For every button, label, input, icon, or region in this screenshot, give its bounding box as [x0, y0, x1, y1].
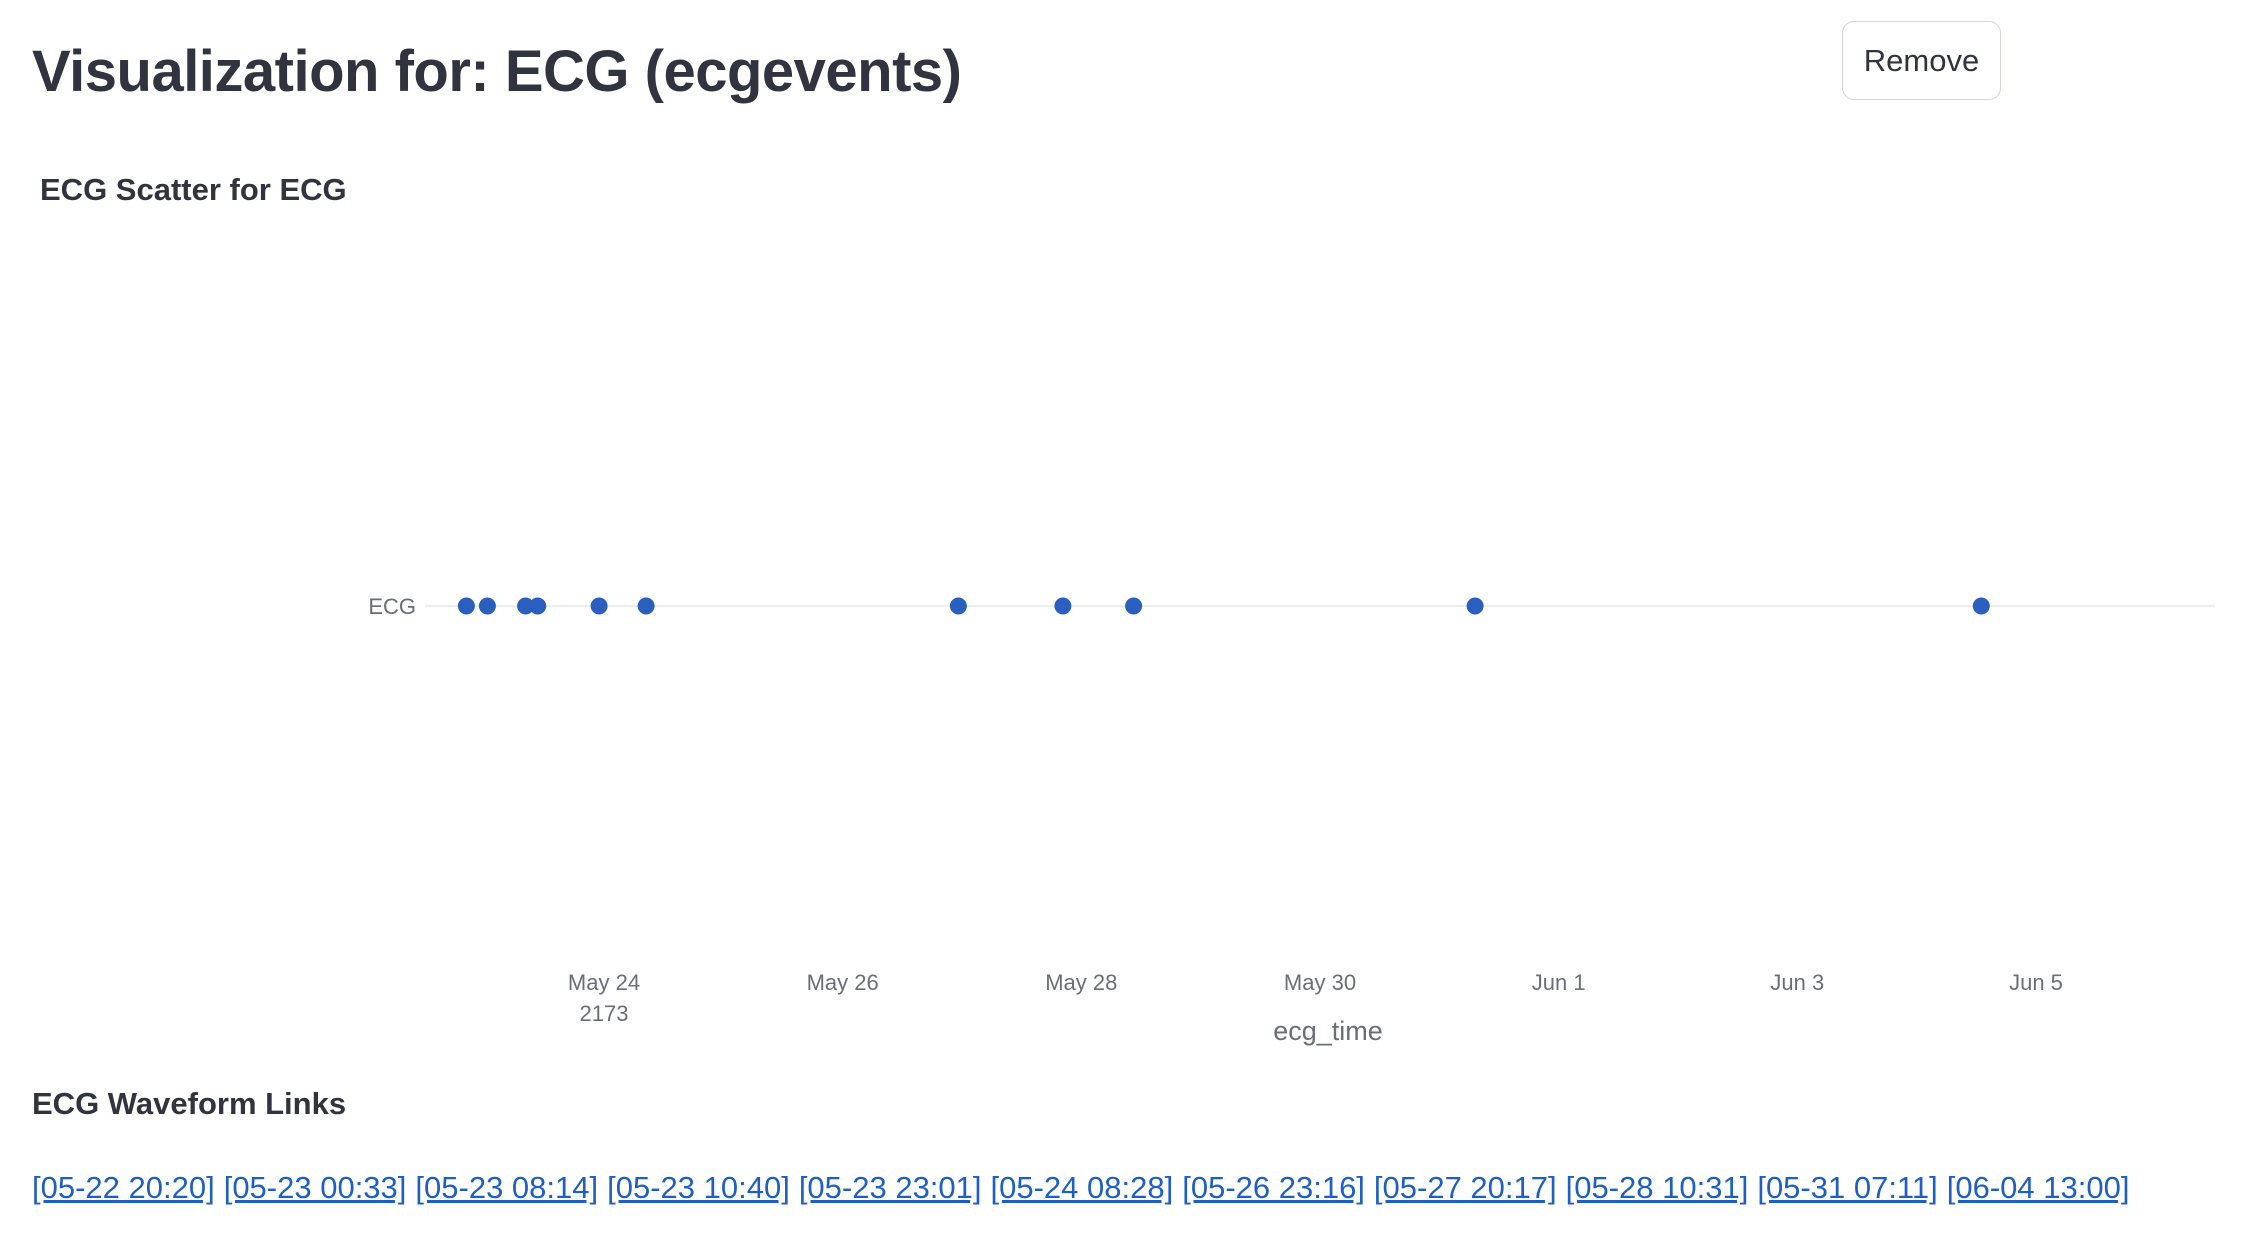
x-axis-title: ecg_time: [1273, 1016, 1383, 1046]
waveform-link[interactable]: [05-22 20:20]: [32, 1170, 215, 1205]
data-point[interactable]: [1972, 597, 1990, 615]
data-point[interactable]: [949, 597, 967, 615]
waveform-link[interactable]: [05-23 08:14]: [415, 1170, 598, 1205]
data-point[interactable]: [457, 597, 475, 615]
page: Visualization for: ECG (ecgevents) Remov…: [0, 0, 2242, 1250]
waveform-link[interactable]: [05-23 23:01]: [799, 1170, 982, 1205]
data-point[interactable]: [478, 597, 496, 615]
y-tick-labels: ECG: [368, 594, 416, 619]
x-tick-label: Jun 1: [1532, 970, 1586, 995]
x-tick-label: May 26: [807, 970, 879, 995]
x-tick-label: Jun 3: [1770, 970, 1824, 995]
x-tick-year-label: 2173: [580, 1001, 629, 1026]
x-tick-label: Jun 5: [2009, 970, 2063, 995]
data-point[interactable]: [529, 597, 547, 615]
x-tick-label: May 30: [1284, 970, 1356, 995]
data-point[interactable]: [590, 597, 608, 615]
scatter-chart[interactable]: ECG May 24 2173 May 26 May 28 May 30 Jun 1 Jun…: [0, 0, 2242, 1060]
data-point[interactable]: [1054, 597, 1072, 615]
y-tick-label: ECG: [368, 594, 416, 619]
x-tick-label: May 28: [1045, 970, 1117, 995]
waveform-link[interactable]: [05-23 10:40]: [607, 1170, 790, 1205]
data-point[interactable]: [1125, 597, 1143, 615]
waveform-link[interactable]: [05-24 08:28]: [991, 1170, 1174, 1205]
waveform-link[interactable]: [05-23 00:33]: [224, 1170, 407, 1205]
x-tick-label: May 24: [568, 970, 640, 995]
waveform-link[interactable]: [05-28 10:31]: [1566, 1170, 1749, 1205]
waveform-link[interactable]: [06-04 13:00]: [1947, 1170, 2130, 1205]
data-point[interactable]: [1466, 597, 1484, 615]
waveform-link[interactable]: [05-26 23:16]: [1182, 1170, 1365, 1205]
waveform-link[interactable]: [05-31 07:11]: [1757, 1170, 1937, 1205]
waveform-links-title: ECG Waveform Links: [32, 1086, 347, 1121]
data-point[interactable]: [637, 597, 655, 615]
waveform-link[interactable]: [05-27 20:17]: [1374, 1170, 1557, 1205]
waveform-links: [05-22 20:20] [05-23 00:33] [05-23 08:14] […: [32, 1170, 2138, 1206]
